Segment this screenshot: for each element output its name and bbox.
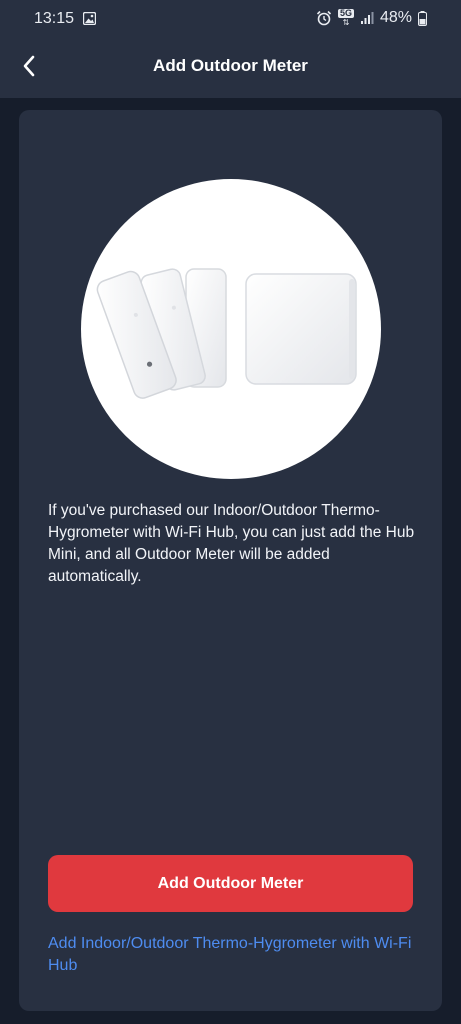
content-card: If you've purchased our Indoor/Outdoor T…	[19, 110, 442, 1011]
status-time: 13:15	[34, 10, 75, 27]
screen: 13:15 5G ⇅ 48% Add Outdoor Meter If you'…	[0, 0, 461, 1024]
add-thermo-hygrometer-hub-link[interactable]: Add Indoor/Outdoor Thermo-Hygrometer wit…	[48, 933, 418, 977]
description-text: If you've purchased our Indoor/Outdoor T…	[48, 502, 415, 585]
5g-icon: 5G ⇅	[337, 8, 354, 27]
app-bar: Add Outdoor Meter	[0, 38, 461, 98]
product-illustration	[96, 268, 357, 399]
alarm-icon	[316, 10, 332, 26]
add-outdoor-meter-button[interactable]: Add Outdoor Meter	[48, 855, 413, 912]
photo-icon	[83, 12, 96, 25]
status-bar: 13:15 5G ⇅ 48%	[0, 0, 461, 38]
page-title: Add Outdoor Meter	[153, 56, 308, 75]
product-image	[81, 179, 381, 479]
battery-icon	[418, 10, 427, 26]
network-badge: 5G	[337, 8, 354, 18]
signal-icon	[360, 12, 374, 24]
status-icons: 5G ⇅ 48%	[316, 9, 427, 27]
battery-percentage: 48%	[379, 9, 412, 26]
